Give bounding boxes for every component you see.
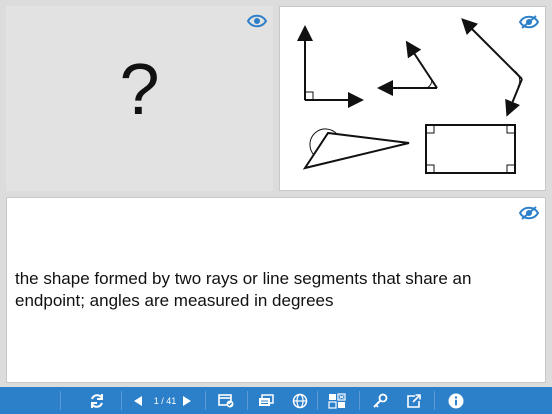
toolbar-divider <box>359 391 360 410</box>
share-icon <box>407 393 421 408</box>
card-check-button[interactable] <box>216 387 236 414</box>
right-angle-figure <box>297 25 364 108</box>
next-button[interactable] <box>180 387 194 414</box>
term-text: ? <box>119 50 160 130</box>
toolbar-divider <box>121 391 122 410</box>
rectangle-figure <box>425 124 516 174</box>
angles-illustration <box>297 18 523 174</box>
toolbar-divider <box>60 391 61 410</box>
toolbar-divider <box>205 391 206 410</box>
prev-button[interactable] <box>131 387 145 414</box>
refresh-button[interactable] <box>86 387 108 414</box>
refresh-icon <box>91 393 103 408</box>
definition-text: the shape formed by two rays or line seg… <box>15 269 472 310</box>
globe-icon <box>292 393 308 408</box>
definition-panel[interactable]: the shape formed by two rays or line seg… <box>6 197 546 383</box>
bottom-toolbar: 1 / 41 <box>0 387 552 414</box>
info-button[interactable] <box>446 387 466 414</box>
triangle-figure <box>302 128 410 170</box>
image-panel[interactable] <box>279 6 546 191</box>
term-panel[interactable]: ? <box>6 6 273 191</box>
card-check-icon <box>218 393 234 407</box>
toolbar-divider <box>317 391 318 410</box>
cards-button[interactable] <box>256 387 276 414</box>
page-indicator: 1 / 41 <box>153 395 177 406</box>
prev-icon <box>134 395 142 406</box>
toolbar-divider <box>434 391 435 410</box>
info-icon <box>448 393 464 408</box>
next-icon <box>183 395 191 406</box>
key-button[interactable] <box>370 387 390 414</box>
eye-off-icon[interactable] <box>519 206 539 220</box>
key-icon <box>373 393 388 408</box>
eye-icon[interactable] <box>247 14 267 28</box>
acute-angle-figure <box>377 40 438 96</box>
toolbar-divider <box>247 391 248 410</box>
cards-icon <box>259 393 274 406</box>
globe-button[interactable] <box>290 387 310 414</box>
share-button[interactable] <box>404 387 424 414</box>
grid-shuffle-icon <box>328 392 346 409</box>
grid-shuffle-button[interactable] <box>326 387 348 414</box>
obtuse-angle-figure <box>461 18 523 117</box>
